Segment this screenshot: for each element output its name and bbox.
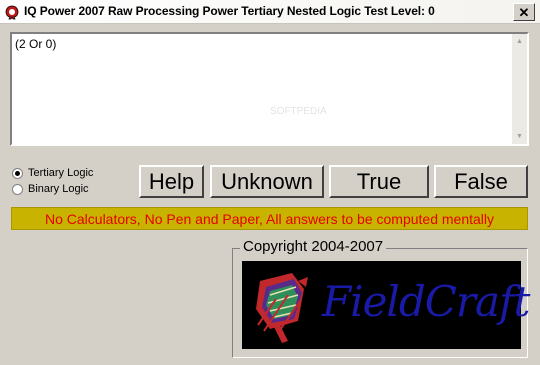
help-button[interactable]: Help <box>139 165 204 198</box>
scroll-down-icon[interactable]: ▼ <box>512 129 527 144</box>
radio-selected-icon[interactable] <box>12 167 23 179</box>
window-title: IQ Power 2007 Raw Processing Power Terti… <box>24 4 435 18</box>
vertical-scrollbar[interactable]: ▲ ▼ <box>512 34 527 144</box>
scroll-up-icon[interactable]: ▲ <box>512 34 527 49</box>
question-display[interactable]: (2 Or 0) SOFTPEDIA ▲ ▼ <box>10 32 529 146</box>
close-icon: ✕ <box>518 4 530 20</box>
close-button[interactable]: ✕ <box>513 3 535 21</box>
radio-label-tertiary: Tertiary Logic <box>28 167 94 179</box>
radio-binary-logic[interactable]: Binary Logic <box>12 183 89 195</box>
radio-tertiary-logic[interactable]: Tertiary Logic <box>12 167 93 179</box>
fieldcraft-emblem-icon <box>256 273 308 343</box>
watermark: SOFTPEDIA <box>270 106 327 117</box>
radio-unselected-icon[interactable] <box>12 183 23 195</box>
true-button[interactable]: True <box>329 165 429 198</box>
app-icon <box>5 5 19 20</box>
fieldcraft-logo: FieldCraft <box>242 261 530 349</box>
copyright-label: Copyright 2004-2007 <box>240 238 387 255</box>
question-text: (2 Or 0) <box>15 37 57 51</box>
false-button[interactable]: False <box>434 165 528 198</box>
radio-label-binary: Binary Logic <box>28 183 89 195</box>
unknown-button[interactable]: Unknown <box>210 165 324 198</box>
logo-text: FieldCraft <box>322 277 530 326</box>
rules-notice: No Calculators, No Pen and Paper, All an… <box>11 207 528 230</box>
title-bar: IQ Power 2007 Raw Processing Power Terti… <box>0 0 540 24</box>
